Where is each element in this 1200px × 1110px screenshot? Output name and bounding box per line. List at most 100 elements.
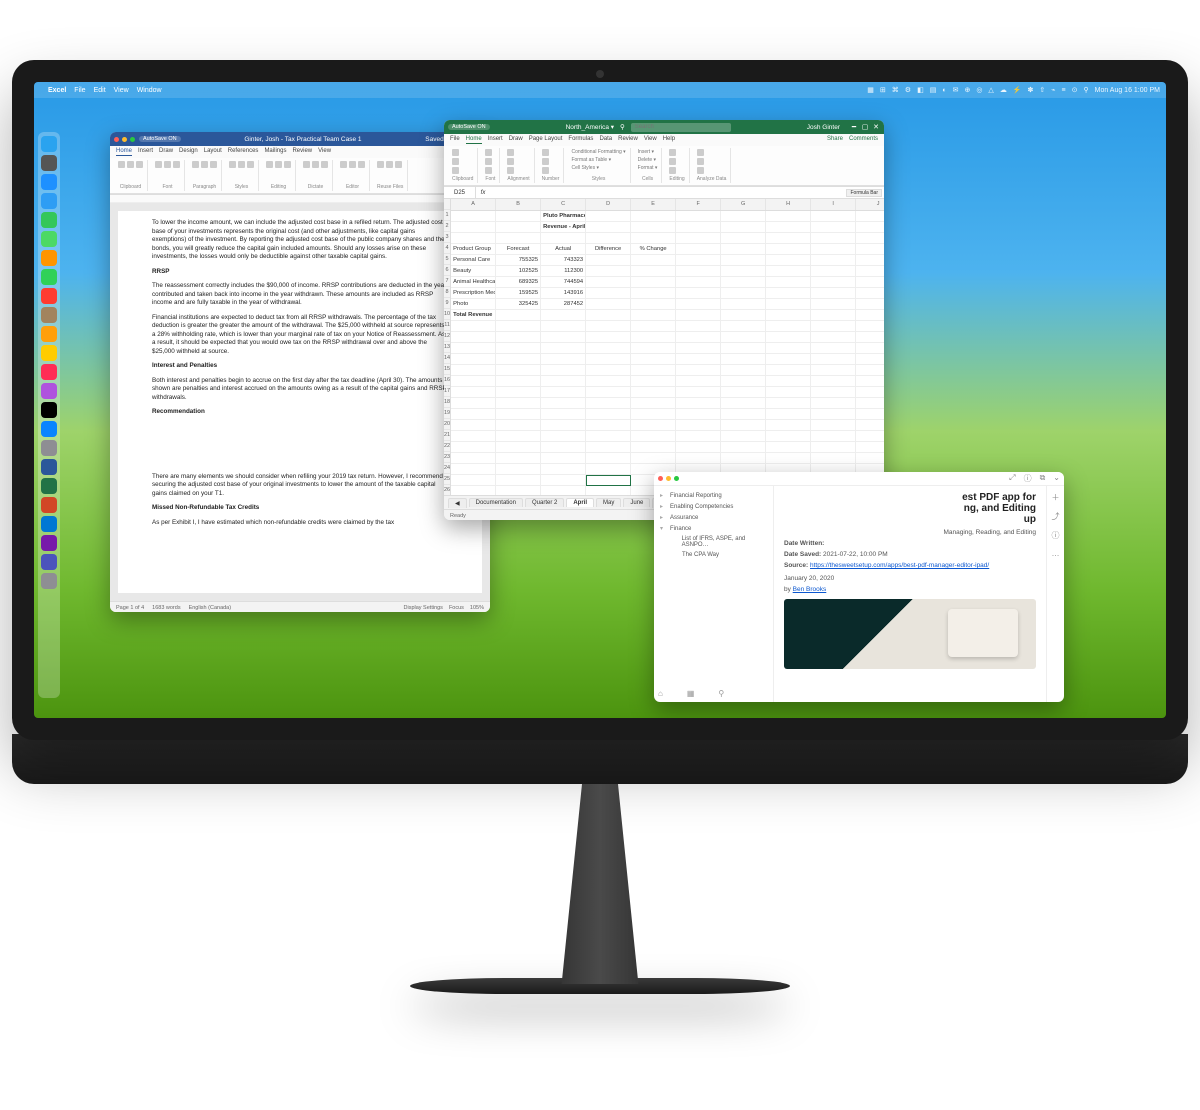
cell[interactable] [451, 343, 496, 354]
col-header[interactable]: G [721, 199, 766, 210]
col-header[interactable]: J [856, 199, 884, 210]
toolbar-info-icon[interactable]: ⓘ [1024, 473, 1032, 484]
cell[interactable] [451, 398, 496, 409]
cell[interactable] [811, 354, 856, 365]
cell[interactable] [496, 475, 541, 486]
cell[interactable] [721, 277, 766, 288]
tool-button[interactable] [542, 158, 549, 165]
cell[interactable]: Product Group [451, 244, 496, 255]
display-settings[interactable]: Display Settings [404, 605, 443, 611]
cell[interactable] [676, 266, 721, 277]
cell[interactable] [766, 255, 811, 266]
cell[interactable] [721, 398, 766, 409]
cell[interactable] [586, 486, 631, 495]
cell[interactable] [541, 233, 586, 244]
cell[interactable] [451, 233, 496, 244]
close-icon[interactable] [114, 137, 119, 142]
col-header[interactable]: E [631, 199, 676, 210]
cell[interactable]: Actual [541, 244, 586, 255]
tool-button[interactable] [321, 161, 328, 168]
menubar-status-icon[interactable]: ⌁ [1051, 86, 1055, 94]
tool-button[interactable] [266, 161, 273, 168]
row-header[interactable]: 1 [444, 210, 450, 221]
menu-edit[interactable]: Edit [94, 87, 106, 94]
cell[interactable] [631, 343, 676, 354]
row-header[interactable]: 3 [444, 232, 450, 243]
cell[interactable]: Revenue - April [541, 222, 586, 233]
cell[interactable] [676, 365, 721, 376]
excel-tab-page-layout[interactable]: Page Layout [529, 136, 563, 144]
toolbar-expand-icon[interactable]: ⤢ [1009, 473, 1015, 484]
cell[interactable] [586, 409, 631, 420]
cell[interactable]: Animal Healthcare [451, 277, 496, 288]
cell[interactable] [766, 332, 811, 343]
cell[interactable] [631, 222, 676, 233]
cell[interactable]: Difference [586, 244, 631, 255]
cell[interactable] [631, 442, 676, 453]
cell[interactable] [766, 266, 811, 277]
cell[interactable] [721, 409, 766, 420]
cell[interactable] [451, 475, 496, 486]
word-tab-design[interactable]: Design [179, 148, 198, 156]
menubar-status-icon[interactable]: ▤ [930, 86, 937, 94]
dock-item-preferences[interactable] [41, 440, 57, 456]
cell[interactable] [811, 409, 856, 420]
row-header[interactable]: 6 [444, 265, 450, 276]
cell[interactable] [856, 431, 884, 442]
cell[interactable] [586, 376, 631, 387]
menubar-status-icon[interactable]: ⊙ [1072, 86, 1078, 94]
cell[interactable] [496, 321, 541, 332]
cell[interactable] [586, 255, 631, 266]
tool-button[interactable] [173, 161, 180, 168]
excel-tab-formulas[interactable]: Formulas [568, 136, 593, 144]
dock-item-reminders[interactable] [41, 326, 57, 342]
cell[interactable] [586, 398, 631, 409]
word-tab-mailings[interactable]: Mailings [264, 148, 286, 156]
cell[interactable] [496, 376, 541, 387]
cell[interactable] [586, 464, 631, 475]
cell[interactable] [541, 376, 586, 387]
sheet-nav-prev[interactable]: ◀ [448, 498, 467, 508]
sheet-tab-june[interactable]: June [623, 498, 650, 507]
cell[interactable] [676, 354, 721, 365]
cell[interactable] [721, 233, 766, 244]
cell[interactable]: 102525 [496, 266, 541, 277]
cell[interactable] [766, 431, 811, 442]
tool-button[interactable] [312, 161, 319, 168]
cell[interactable] [766, 321, 811, 332]
cell[interactable] [586, 288, 631, 299]
tool-button[interactable] [358, 161, 365, 168]
cell[interactable] [856, 255, 884, 266]
dock-item-powerpoint[interactable] [41, 497, 57, 513]
excel-doc-title[interactable]: North_America ▾ [566, 123, 614, 131]
style-item[interactable]: Cell Styles ▾ [571, 165, 599, 171]
cell[interactable] [766, 277, 811, 288]
cell[interactable]: 744594 [541, 277, 586, 288]
cell[interactable] [631, 255, 676, 266]
cell[interactable] [766, 244, 811, 255]
cell[interactable] [856, 222, 884, 233]
cell[interactable] [811, 332, 856, 343]
cell[interactable] [766, 409, 811, 420]
cell[interactable] [811, 453, 856, 464]
row-header[interactable]: 23 [444, 452, 450, 463]
tool-button[interactable] [201, 161, 208, 168]
menubar-status-icon[interactable]: ◧ [917, 86, 924, 94]
cell[interactable] [496, 332, 541, 343]
cell[interactable]: 689325 [496, 277, 541, 288]
cell[interactable] [496, 365, 541, 376]
excel-tab-draw[interactable]: Draw [509, 136, 523, 144]
cell[interactable]: 143916 [541, 288, 586, 299]
name-box[interactable]: D25 [444, 187, 476, 198]
tool-button[interactable] [485, 158, 492, 165]
cell[interactable] [676, 376, 721, 387]
cell[interactable] [856, 266, 884, 277]
cell[interactable] [676, 431, 721, 442]
cell[interactable] [451, 354, 496, 365]
cell[interactable] [496, 486, 541, 495]
cell[interactable] [451, 431, 496, 442]
row-header[interactable]: 5 [444, 254, 450, 265]
dock-item-podcasts[interactable] [41, 383, 57, 399]
cell[interactable] [856, 387, 884, 398]
cell[interactable] [631, 376, 676, 387]
